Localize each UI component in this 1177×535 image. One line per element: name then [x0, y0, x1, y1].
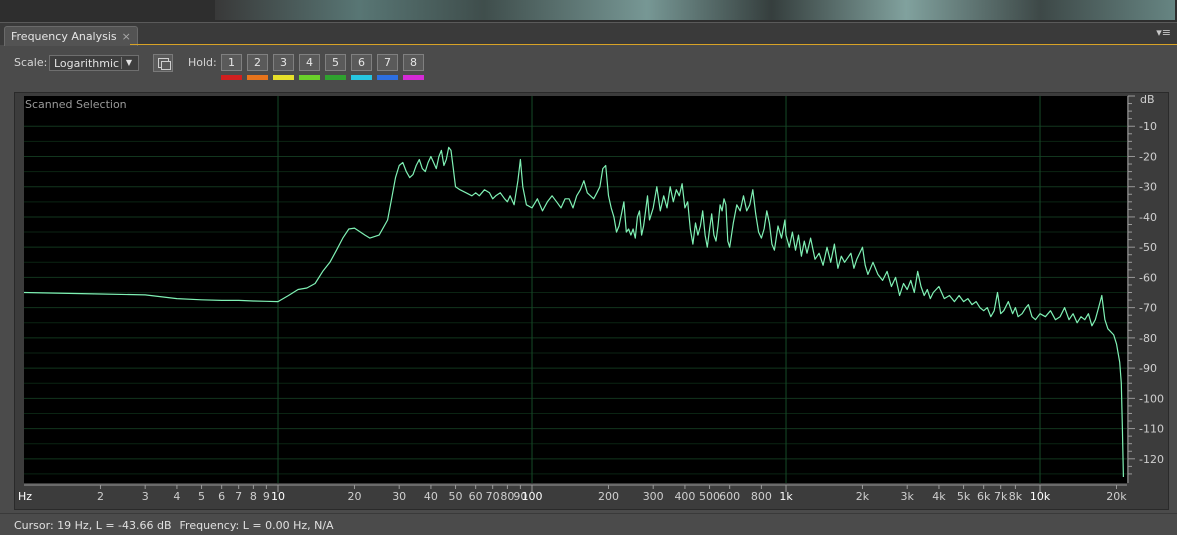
x-tick-label: 10 [271, 490, 285, 503]
hold-button-3[interactable]: 3 [273, 54, 294, 71]
scale-label: Scale: [14, 56, 48, 69]
hold-button-4[interactable]: 4 [299, 54, 320, 71]
snapshot-button[interactable] [153, 54, 173, 72]
hold-button-2[interactable]: 2 [247, 54, 268, 71]
x-tick-label: 10k [1030, 490, 1051, 503]
y-tick-label: -110 [1139, 423, 1164, 436]
hold-label: Hold: [188, 56, 217, 69]
top-waveform-strip [0, 0, 1177, 22]
hold-button-6[interactable]: 6 [351, 54, 372, 71]
x-tick-label: 1k [779, 490, 793, 503]
x-tick-label: 500 [699, 490, 720, 503]
x-tick-label: 8k [1009, 490, 1023, 503]
hold-color-swatch-8 [403, 75, 424, 80]
y-tick-label: -80 [1139, 332, 1157, 345]
x-tick-label: 100 [522, 490, 543, 503]
hold-color-swatch-2 [247, 75, 268, 80]
frequency-readout: Frequency: L = 0.00 Hz, N/A [179, 519, 334, 532]
y-tick-label: -50 [1139, 241, 1157, 254]
hold-color-swatch-5 [325, 75, 346, 80]
status-text: Cursor: 19 Hz, L = -43.66 dB Frequency: L… [14, 519, 342, 532]
hold-color-swatch-4 [299, 75, 320, 80]
x-tick-label: 400 [674, 490, 695, 503]
x-unit-label: Hz [18, 490, 32, 503]
tab-label: Frequency Analysis [11, 30, 117, 43]
x-tick-label: 300 [643, 490, 664, 503]
scale-dropdown[interactable]: Logarithmic ▼ [49, 55, 139, 71]
hold-color-swatch-6 [351, 75, 372, 80]
y-tick-label: -10 [1139, 120, 1157, 133]
spectrum-chart[interactable]: dB -10 -20 -30 -40 -50 -60 -70 -80 -90 -100 -110 -12… [15, 93, 1168, 509]
x-tick-label: 20k [1106, 490, 1127, 503]
close-icon[interactable]: × [122, 30, 131, 43]
x-tick-label: 20 [347, 490, 361, 503]
x-tick-label: 8 [250, 490, 257, 503]
hold-button-5[interactable]: 5 [325, 54, 346, 71]
scanned-selection-label: Scanned Selection [25, 98, 127, 111]
cursor-readout: Cursor: 19 Hz, L = -43.66 dB [14, 519, 172, 532]
x-tick-label: 70 [486, 490, 500, 503]
y-tick-label: -20 [1139, 150, 1157, 163]
x-tick-label: 6 [218, 490, 225, 503]
x-tick-label: 50 [449, 490, 463, 503]
x-tick-label: 6k [977, 490, 991, 503]
hold-color-swatch-1 [221, 75, 242, 80]
x-tick-label: 2 [97, 490, 104, 503]
toolbar [0, 45, 1177, 85]
hold-button-8[interactable]: 8 [403, 54, 424, 71]
x-tick-label: 60 [469, 490, 483, 503]
x-tick-label: 7k [994, 490, 1008, 503]
y-tick-label: -90 [1139, 362, 1157, 375]
x-tick-label: 5k [957, 490, 971, 503]
panel-header: Frequency Analysis × ▾≡ [0, 22, 1177, 46]
x-tick-label: 200 [598, 490, 619, 503]
hold-button-1[interactable]: 1 [221, 54, 242, 71]
chevron-down-icon: ▼ [121, 57, 136, 69]
graph-frame: dB -10 -20 -30 -40 -50 -60 -70 -80 -90 -100 -110 -12… [14, 92, 1169, 510]
x-tick-label: 5 [198, 490, 205, 503]
panel-menu-icon[interactable]: ▾≡ [1156, 26, 1171, 39]
x-tick-label: 800 [751, 490, 772, 503]
hold-color-swatch-7 [377, 75, 398, 80]
tab-frequency-analysis[interactable]: Frequency Analysis × [4, 26, 138, 46]
y-tick-label: -100 [1139, 392, 1164, 405]
x-tick-label: 80 [500, 490, 514, 503]
x-tick-label: 40 [424, 490, 438, 503]
x-tick-label: 30 [392, 490, 406, 503]
x-tick-label: 600 [719, 490, 740, 503]
plot-background [24, 96, 1127, 483]
x-tick-label: 9 [263, 490, 270, 503]
y-tick-label: -40 [1139, 211, 1157, 224]
hold-button-7[interactable]: 7 [377, 54, 398, 71]
y-tick-label: -70 [1139, 302, 1157, 315]
y-tick-label: -30 [1139, 181, 1157, 194]
y-tick-label: -60 [1139, 271, 1157, 284]
x-tick-label: 3 [142, 490, 149, 503]
x-tick-label: 4 [173, 490, 180, 503]
y-unit-label: dB [1140, 93, 1155, 106]
x-tick-label: 2k [856, 490, 870, 503]
y-tick-label: -120 [1139, 453, 1164, 466]
hold-color-swatch-3 [273, 75, 294, 80]
x-tick-label: 4k [932, 490, 946, 503]
x-tick-label: 7 [235, 490, 242, 503]
copy-icon-front [161, 61, 171, 70]
scale-value: Logarithmic [54, 57, 120, 70]
waveform-preview [215, 0, 1175, 20]
x-tick-label: 3k [901, 490, 915, 503]
